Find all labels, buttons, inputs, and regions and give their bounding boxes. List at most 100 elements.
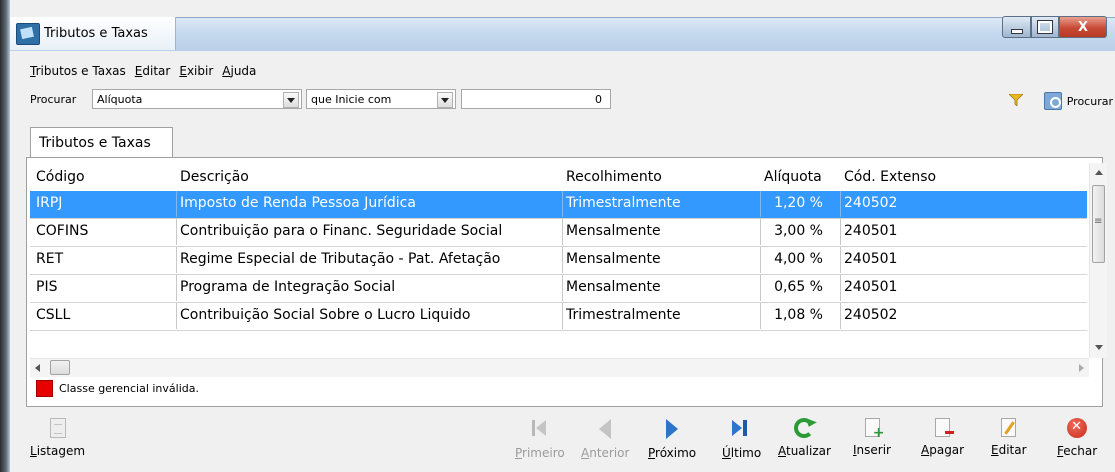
close-window-button[interactable]: X	[1059, 16, 1107, 38]
cell-cod-extenso: 240502	[844, 307, 898, 323]
row-divider	[30, 330, 1087, 331]
data-grid: Código Descrição Recolhimento Alíquota C…	[30, 163, 1087, 345]
search-field-value: Alíquota	[97, 93, 143, 106]
proximo-button[interactable]: Próximo	[648, 410, 696, 460]
scroll-up-icon[interactable]	[1090, 163, 1107, 180]
cell-aliquota: 4,00 %	[774, 251, 823, 267]
cell-recolhimento: Trimestralmente	[566, 195, 681, 211]
scroll-right-icon[interactable]	[1072, 359, 1089, 376]
cell-divider	[176, 191, 177, 217]
table-row[interactable]: RET Regime Especial de Tributação - Pat.…	[30, 247, 1087, 274]
listagem-label: Listagem	[30, 444, 86, 458]
tab-tributos-e-taxas[interactable]: Tributos e Taxas	[30, 127, 173, 157]
table-row[interactable]: IRPJ Imposto de Renda Pessoa Jurídica Tr…	[30, 191, 1087, 218]
apagar-button[interactable]: Apagar	[921, 410, 964, 457]
search-bar: Procurar Alíquota que Inicie com 0 Procu…	[10, 86, 1115, 112]
anterior-button[interactable]: Anterior	[581, 410, 629, 460]
menu-ajuda[interactable]: Ajuda	[222, 60, 262, 82]
table-row[interactable]: COFINS Contribuição para o Financ. Segur…	[30, 219, 1087, 246]
atualizar-label: Atualizar	[778, 444, 831, 458]
app-icon	[16, 23, 40, 45]
column-header-aliquota[interactable]: Alíquota	[764, 169, 822, 185]
cell-divider	[176, 303, 177, 329]
vertical-scroll-thumb[interactable]	[1092, 185, 1105, 263]
grid-header: Código Descrição Recolhimento Alíquota C…	[30, 163, 1087, 191]
editar-button[interactable]: Editar	[991, 410, 1027, 457]
maximize-icon	[1037, 20, 1053, 34]
atualizar-button[interactable]: Atualizar	[778, 410, 831, 458]
primeiro-button[interactable]: Primeiro	[515, 410, 565, 460]
cell-descricao: Contribuição Social Sobre o Lucro Liquid…	[180, 307, 471, 323]
cell-recolhimento: Mensalmente	[566, 251, 661, 267]
table-row[interactable]: CSLL Contribuição Social Sobre o Lucro L…	[30, 303, 1087, 330]
search-operator-value: que Inicie com	[311, 93, 392, 106]
maximize-button[interactable]	[1031, 16, 1059, 38]
cell-divider	[760, 275, 761, 301]
anterior-label: Anterior	[581, 446, 630, 460]
last-record-icon	[731, 418, 753, 440]
cell-codigo: CSLL	[36, 307, 71, 323]
ultimo-label: Último	[722, 446, 762, 460]
listagem-button[interactable]: Listagem	[30, 410, 85, 458]
cell-divider	[840, 219, 841, 245]
menu-bar: Tributos e Taxas Editar Exibir Ajuda	[10, 60, 1115, 82]
table-row[interactable]: PIS Programa de Integração Social Mensal…	[30, 275, 1087, 302]
minimize-button[interactable]	[1002, 16, 1031, 38]
cell-codigo: RET	[36, 251, 64, 267]
cell-codigo: IRPJ	[36, 195, 63, 211]
chevron-down-icon[interactable]	[437, 92, 453, 108]
minimize-icon	[1010, 28, 1023, 34]
vertical-scrollbar[interactable]	[1089, 163, 1107, 358]
filter-icon[interactable]	[1009, 94, 1023, 106]
cell-recolhimento: Mensalmente	[566, 279, 661, 295]
cell-divider	[840, 247, 841, 273]
column-header-descricao[interactable]: Descrição	[180, 169, 249, 185]
report-icon	[49, 418, 66, 438]
inserir-button[interactable]: Inserir	[853, 410, 891, 457]
window-title: Tributos e Taxas	[44, 26, 148, 41]
column-header-recolhimento[interactable]: Recolhimento	[566, 169, 662, 185]
cell-divider	[562, 247, 563, 273]
cell-aliquota: 1,20 %	[774, 195, 823, 211]
cell-divider	[760, 191, 761, 217]
primeiro-label: Primeiro	[515, 446, 565, 460]
horizontal-scrollbar[interactable]	[30, 358, 1089, 377]
menu-exibir[interactable]: Exibir	[179, 60, 219, 82]
column-header-cod-extenso[interactable]: Cód. Extenso	[844, 169, 936, 185]
find-icon	[1043, 92, 1062, 110]
search-input[interactable]: 0	[461, 89, 611, 109]
find-button-label: Procurar	[1066, 94, 1113, 108]
cell-recolhimento: Mensalmente	[566, 223, 661, 239]
chevron-down-icon[interactable]	[283, 92, 299, 108]
cell-divider	[840, 303, 841, 329]
cell-divider	[840, 275, 841, 301]
cell-divider	[562, 219, 563, 245]
cell-descricao: Imposto de Renda Pessoa Jurídica	[180, 195, 416, 211]
close-icon: X	[1077, 19, 1089, 35]
menu-editar[interactable]: Editar	[135, 60, 177, 82]
scroll-down-icon[interactable]	[1090, 339, 1107, 356]
ultimo-button[interactable]: Último	[722, 410, 761, 460]
cell-descricao: Programa de Integração Social	[180, 279, 396, 295]
app-window: Tributos e Taxas X Tributos e Taxas Edit…	[0, 0, 1115, 472]
legend: Classe gerencial inválida.	[36, 378, 199, 398]
fechar-button[interactable]: Fechar	[1057, 410, 1097, 458]
cell-divider	[760, 303, 761, 329]
scroll-left-icon[interactable]	[30, 359, 47, 376]
menu-tributos-e-taxas[interactable]: Tributos e Taxas	[30, 60, 132, 82]
fechar-label: Fechar	[1057, 444, 1098, 458]
window-frame-edge	[0, 0, 10, 472]
cell-cod-extenso: 240501	[844, 279, 898, 295]
find-button[interactable]: Procurar	[1043, 92, 1113, 110]
window-controls: X	[1002, 16, 1107, 38]
invalid-class-swatch	[36, 379, 53, 397]
insert-icon	[864, 418, 885, 441]
edit-icon	[1001, 418, 1017, 437]
delete-icon	[935, 418, 955, 437]
horizontal-scroll-thumb[interactable]	[50, 360, 70, 375]
search-operator-select[interactable]: que Inicie com	[306, 89, 456, 109]
apagar-label: Apagar	[921, 443, 965, 457]
search-field-select[interactable]: Alíquota	[92, 89, 302, 109]
editar-label: Editar	[991, 443, 1027, 457]
column-header-codigo[interactable]: Código	[36, 169, 85, 185]
